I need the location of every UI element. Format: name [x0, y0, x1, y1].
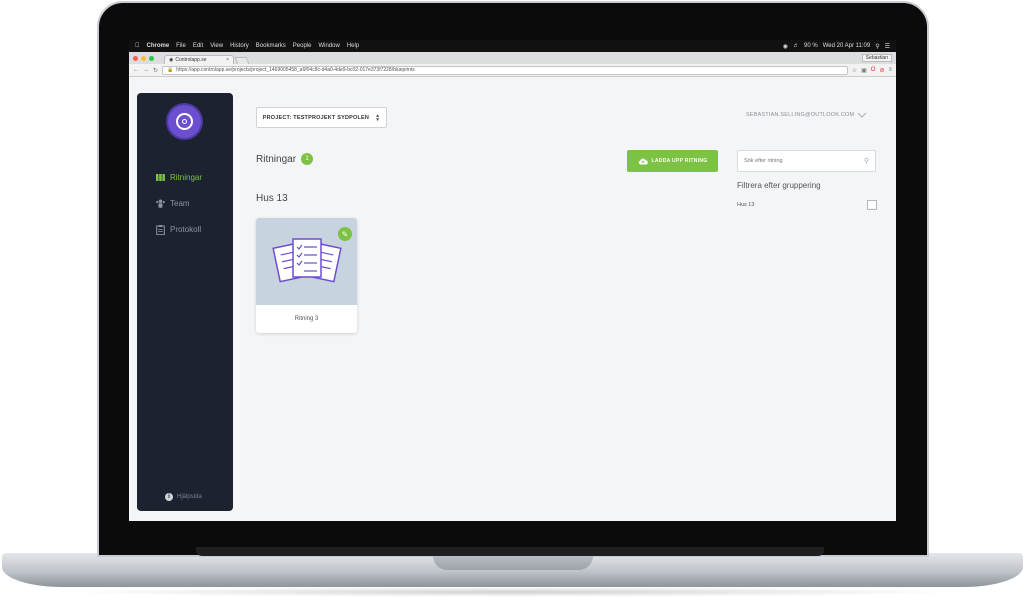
app-container: Ritningar Team Protokoll i Hjälpsida PRO…: [129, 77, 896, 521]
os-menu-items: File Edit View History Bookmarks People …: [176, 43, 359, 49]
back-icon[interactable]: ←: [133, 67, 139, 73]
bookmark-star-icon[interactable]: ☆: [852, 67, 857, 74]
adblock-icon[interactable]: ⊘: [879, 67, 884, 74]
sidebar-item-label: Team: [170, 199, 190, 208]
sidebar-item-label: Protokoll: [170, 225, 202, 234]
chrome-menu-icon[interactable]: ≡: [888, 67, 892, 74]
laptop-shadow: [60, 587, 965, 597]
upload-button-label: LADDA UPP RITNING: [651, 158, 708, 164]
filter-option-label: Hus 13: [737, 202, 755, 208]
sidebar-item-team[interactable]: Team: [156, 199, 190, 208]
app-logo[interactable]: [168, 105, 201, 138]
count-badge: 1: [301, 153, 314, 165]
info-icon: i: [165, 493, 173, 501]
help-link[interactable]: i Hjälpsida: [165, 493, 202, 501]
group-title: Hus 13: [256, 193, 288, 204]
close-window-button[interactable]: [133, 55, 138, 61]
menu-file[interactable]: File: [176, 43, 186, 49]
new-tab-button[interactable]: [234, 57, 250, 64]
project-select[interactable]: PROJECT: TESTPROJEKT SYDPOLEN ▲ ▼: [256, 107, 387, 128]
search-input[interactable]: [744, 158, 854, 164]
clock[interactable]: Wed 20 Apr 11:09: [823, 43, 870, 49]
upload-blueprint-button[interactable]: LADDA UPP RITNING: [627, 150, 718, 172]
forward-icon[interactable]: →: [143, 67, 149, 73]
lock-icon: 🔒: [167, 67, 174, 73]
apple-icon[interactable]: : [135, 43, 140, 49]
blueprint-icon: [156, 173, 165, 182]
menu-app-name[interactable]: Chrome: [147, 43, 170, 49]
extension-icons: ☆ ▣ O ⊘ ≡: [852, 67, 892, 74]
team-icon: [156, 199, 165, 208]
blueprint-card-label: Ritning 3: [294, 316, 319, 322]
tab-title: Controlapp.se: [175, 57, 207, 63]
laptop-notch: [433, 556, 593, 570]
battery-level[interactable]: 90 %: [804, 43, 818, 49]
reload-icon[interactable]: ↻: [153, 67, 158, 74]
clipboard-icon: [156, 224, 165, 235]
help-label: Hjälpsida: [177, 494, 202, 500]
laptop-frame:  Chrome File Edit View History Bookmark…: [0, 0, 1025, 605]
project-select-label: PROJECT: TESTPROJEKT SYDPOLEN: [262, 114, 370, 121]
cast-icon[interactable]: ▣: [861, 67, 867, 74]
sidebar-item-protokoll[interactable]: Protokoll: [156, 224, 202, 235]
edit-icon[interactable]: ✎: [338, 227, 352, 241]
maximize-window-button[interactable]: [149, 55, 154, 61]
os-status-area: ◉ ♬ 90 % Wed 20 Apr 11:09 ⚲ ☰: [783, 43, 890, 50]
os-menu-bar:  Chrome File Edit View History Bookmark…: [129, 40, 896, 52]
menu-people[interactable]: People: [293, 43, 312, 49]
laptop-hinge: [196, 547, 824, 556]
spotlight-icon[interactable]: ⚲: [875, 43, 879, 50]
sidebar-item-ritningar[interactable]: Ritningar: [156, 173, 202, 182]
browser-toolbar: ← → ↻ 🔒 https://app.controlapp.se/projec…: [129, 64, 896, 77]
menu-window[interactable]: Window: [318, 43, 339, 49]
menu-help[interactable]: Help: [347, 43, 359, 49]
chevron-down-icon: [857, 112, 867, 118]
sidebar-item-label: Ritningar: [170, 173, 203, 182]
logo-ring: [176, 113, 193, 130]
search-box: ⚲: [737, 150, 876, 172]
cloud-upload-icon: [638, 158, 648, 164]
user-email: SEBASTIAN.SELLING@OUTLOOK.COM: [746, 112, 855, 118]
close-tab-icon[interactable]: ×: [226, 57, 229, 63]
blueprint-card[interactable]: ✎ Ritning 3: [256, 218, 357, 333]
url-text: https://app.controlapp.se/projects/proje…: [176, 67, 415, 73]
notifications-icon[interactable]: ☰: [885, 43, 890, 50]
logo-dot: [182, 119, 187, 124]
page-title: Ritningar 1: [256, 153, 314, 165]
menu-edit[interactable]: Edit: [193, 43, 203, 49]
menu-bookmarks[interactable]: Bookmarks: [256, 43, 286, 49]
blueprint-thumbnail: ✎: [256, 218, 357, 305]
profile-button[interactable]: Sebastian: [861, 54, 892, 62]
address-bar[interactable]: 🔒 https://app.controlapp.se/projects/pro…: [162, 65, 848, 75]
opera-icon[interactable]: O: [871, 67, 876, 74]
wifi-icon[interactable]: ◉: [783, 43, 788, 50]
filter-option: Hus 13: [737, 200, 877, 210]
filter-title: Filtrera efter gruppering: [737, 181, 821, 190]
volume-icon[interactable]: ♬: [793, 43, 799, 49]
screen:  Chrome File Edit View History Bookmark…: [129, 40, 896, 521]
menu-history[interactable]: History: [230, 43, 249, 49]
browser-tab[interactable]: ◉ Controlapp.se ×: [164, 55, 234, 64]
search-icon[interactable]: ⚲: [864, 157, 869, 165]
favicon-icon: ◉: [169, 57, 174, 63]
window-controls: [133, 52, 154, 64]
browser-tab-strip: ◉ Controlapp.se × Sebastian: [129, 52, 896, 64]
filter-checkbox[interactable]: [867, 200, 877, 210]
sidebar: Ritningar Team Protokoll i Hjälpsida: [137, 93, 233, 511]
documents-icon: [271, 237, 342, 282]
minimize-window-button[interactable]: [141, 55, 146, 61]
page-title-text: Ritningar: [256, 153, 297, 165]
menu-view[interactable]: View: [210, 43, 223, 49]
user-menu[interactable]: SEBASTIAN.SELLING@OUTLOOK.COM: [746, 112, 867, 118]
select-arrows-icon: ▲ ▼: [375, 112, 381, 123]
